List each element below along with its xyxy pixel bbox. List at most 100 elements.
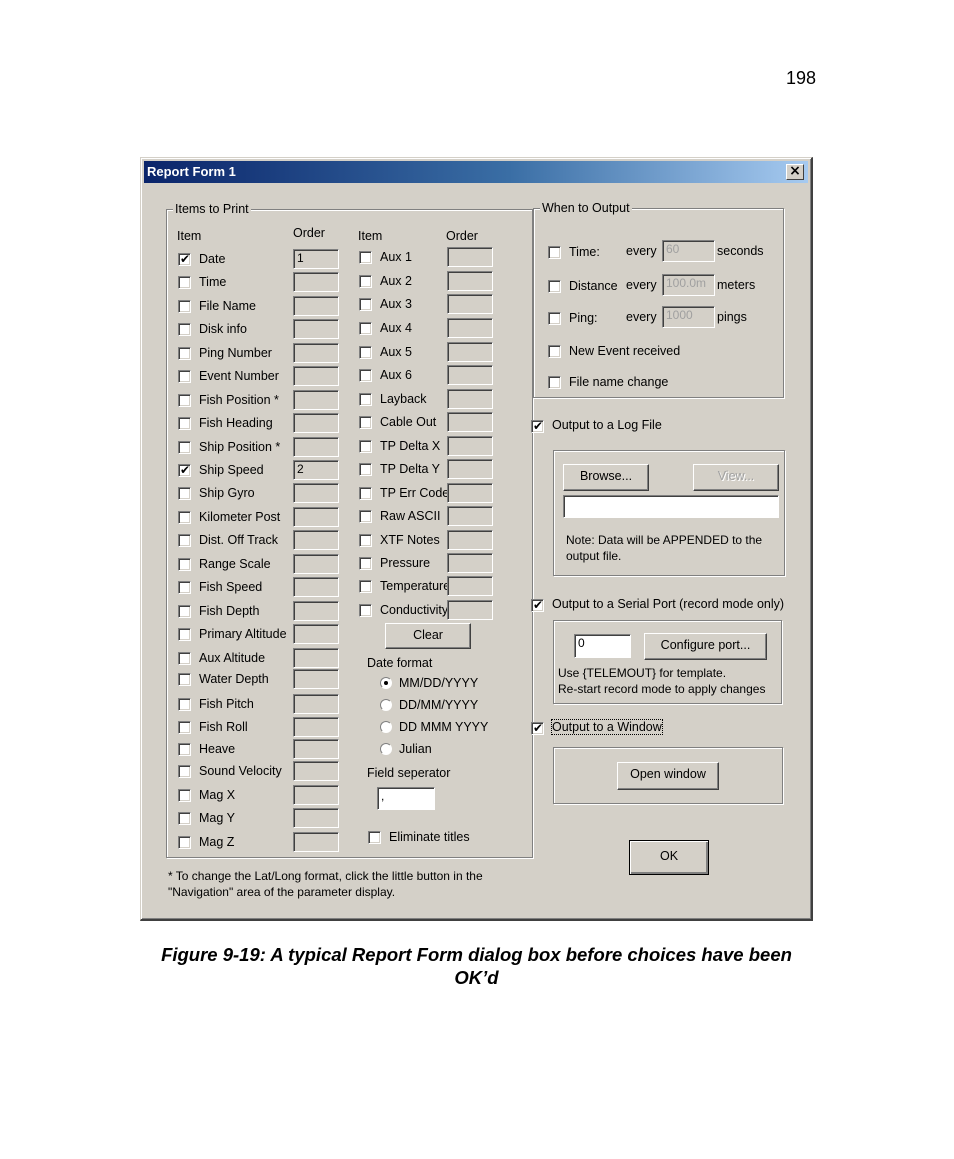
item-checkbox[interactable] [359, 251, 372, 264]
interval-input[interactable]: 1000 [662, 306, 715, 328]
item-checkbox[interactable] [359, 275, 372, 288]
item-checkbox[interactable] [178, 628, 191, 641]
order-input[interactable] [293, 507, 339, 527]
item-checkbox[interactable] [359, 298, 372, 311]
order-input[interactable] [293, 413, 339, 433]
order-input[interactable] [447, 271, 493, 291]
order-input[interactable] [293, 669, 339, 689]
configure-port-button[interactable]: Configure port... [644, 633, 767, 660]
item-checkbox[interactable] [178, 276, 191, 289]
close-button[interactable]: × [786, 164, 804, 180]
order-input[interactable] [293, 437, 339, 457]
order-input[interactable] [293, 272, 339, 292]
item-checkbox[interactable] [178, 441, 191, 454]
order-input[interactable] [447, 318, 493, 338]
order-input[interactable] [447, 412, 493, 432]
order-input[interactable]: 2 [293, 460, 339, 480]
serial-port-input[interactable]: 0 [574, 634, 631, 658]
browse-button[interactable]: Browse... [563, 464, 649, 491]
item-checkbox[interactable] [178, 605, 191, 618]
eliminate-titles-checkbox[interactable] [368, 831, 381, 844]
item-checkbox[interactable] [178, 673, 191, 686]
item-checkbox[interactable] [178, 511, 191, 524]
item-checkbox[interactable] [178, 698, 191, 711]
item-checkbox[interactable] [359, 393, 372, 406]
order-input[interactable] [293, 624, 339, 644]
item-checkbox[interactable] [359, 557, 372, 570]
item-checkbox[interactable] [359, 463, 372, 476]
item-checkbox[interactable] [178, 323, 191, 336]
interval-input[interactable]: 100.0m [662, 274, 715, 296]
order-input[interactable] [447, 483, 493, 503]
order-input[interactable] [447, 600, 493, 620]
item-checkbox[interactable] [178, 347, 191, 360]
log-file-checkbox[interactable]: ✔ [531, 419, 544, 433]
new-event-checkbox[interactable] [548, 345, 561, 358]
date-format-radio[interactable] [380, 677, 392, 689]
order-input[interactable] [447, 365, 493, 385]
log-file-path-input[interactable] [563, 495, 779, 518]
item-checkbox[interactable] [178, 558, 191, 571]
item-checkbox[interactable] [178, 370, 191, 383]
item-checkbox[interactable] [178, 417, 191, 430]
order-input[interactable] [447, 247, 493, 267]
order-input[interactable] [447, 506, 493, 526]
item-checkbox[interactable] [359, 534, 372, 547]
view-button[interactable]: View... [693, 464, 779, 491]
order-input[interactable] [293, 577, 339, 597]
open-window-button[interactable]: Open window [617, 762, 719, 790]
order-input[interactable] [447, 459, 493, 479]
order-input[interactable] [293, 554, 339, 574]
item-checkbox[interactable] [178, 743, 191, 756]
order-input[interactable] [293, 694, 339, 714]
order-input[interactable] [293, 832, 339, 852]
when-output-checkbox[interactable] [548, 246, 561, 259]
order-input[interactable] [293, 717, 339, 737]
item-checkbox[interactable] [359, 487, 372, 500]
ok-button[interactable]: OK [629, 840, 709, 875]
date-format-radio[interactable] [380, 743, 392, 755]
clear-button[interactable]: Clear [385, 623, 471, 649]
interval-input[interactable]: 60 [662, 240, 715, 262]
item-checkbox[interactable] [178, 534, 191, 547]
order-input[interactable] [293, 390, 339, 410]
order-input[interactable] [293, 296, 339, 316]
serial-port-checkbox[interactable]: ✔ [531, 598, 544, 612]
item-checkbox[interactable] [178, 812, 191, 825]
order-input[interactable] [293, 530, 339, 550]
order-input[interactable] [293, 343, 339, 363]
order-input[interactable] [293, 808, 339, 828]
item-checkbox[interactable] [359, 580, 372, 593]
item-checkbox[interactable] [359, 604, 372, 617]
date-format-radio[interactable] [380, 721, 392, 733]
order-input[interactable] [293, 648, 339, 668]
item-checkbox[interactable] [178, 300, 191, 313]
file-name-change-checkbox[interactable] [548, 376, 561, 389]
item-checkbox[interactable] [178, 487, 191, 500]
order-input[interactable] [293, 785, 339, 805]
order-input[interactable] [293, 483, 339, 503]
item-checkbox[interactable] [359, 510, 372, 523]
item-checkbox[interactable] [359, 440, 372, 453]
order-input[interactable] [293, 739, 339, 759]
when-output-checkbox[interactable] [548, 312, 561, 325]
order-input[interactable] [447, 530, 493, 550]
order-input[interactable] [447, 389, 493, 409]
item-checkbox[interactable] [359, 346, 372, 359]
order-input[interactable] [447, 342, 493, 362]
order-input[interactable] [293, 601, 339, 621]
item-checkbox[interactable] [178, 789, 191, 802]
order-input[interactable] [447, 294, 493, 314]
item-checkbox[interactable] [359, 322, 372, 335]
item-checkbox[interactable] [178, 765, 191, 778]
order-input[interactable] [447, 553, 493, 573]
item-checkbox[interactable]: ✔ [178, 252, 191, 266]
order-input[interactable] [293, 761, 339, 781]
order-input[interactable] [293, 319, 339, 339]
item-checkbox[interactable]: ✔ [178, 463, 191, 477]
window-output-checkbox[interactable]: ✔ [531, 721, 544, 735]
item-checkbox[interactable] [178, 836, 191, 849]
order-input[interactable] [447, 576, 493, 596]
when-output-checkbox[interactable] [548, 280, 561, 293]
field-separator-input[interactable]: , [377, 787, 435, 810]
